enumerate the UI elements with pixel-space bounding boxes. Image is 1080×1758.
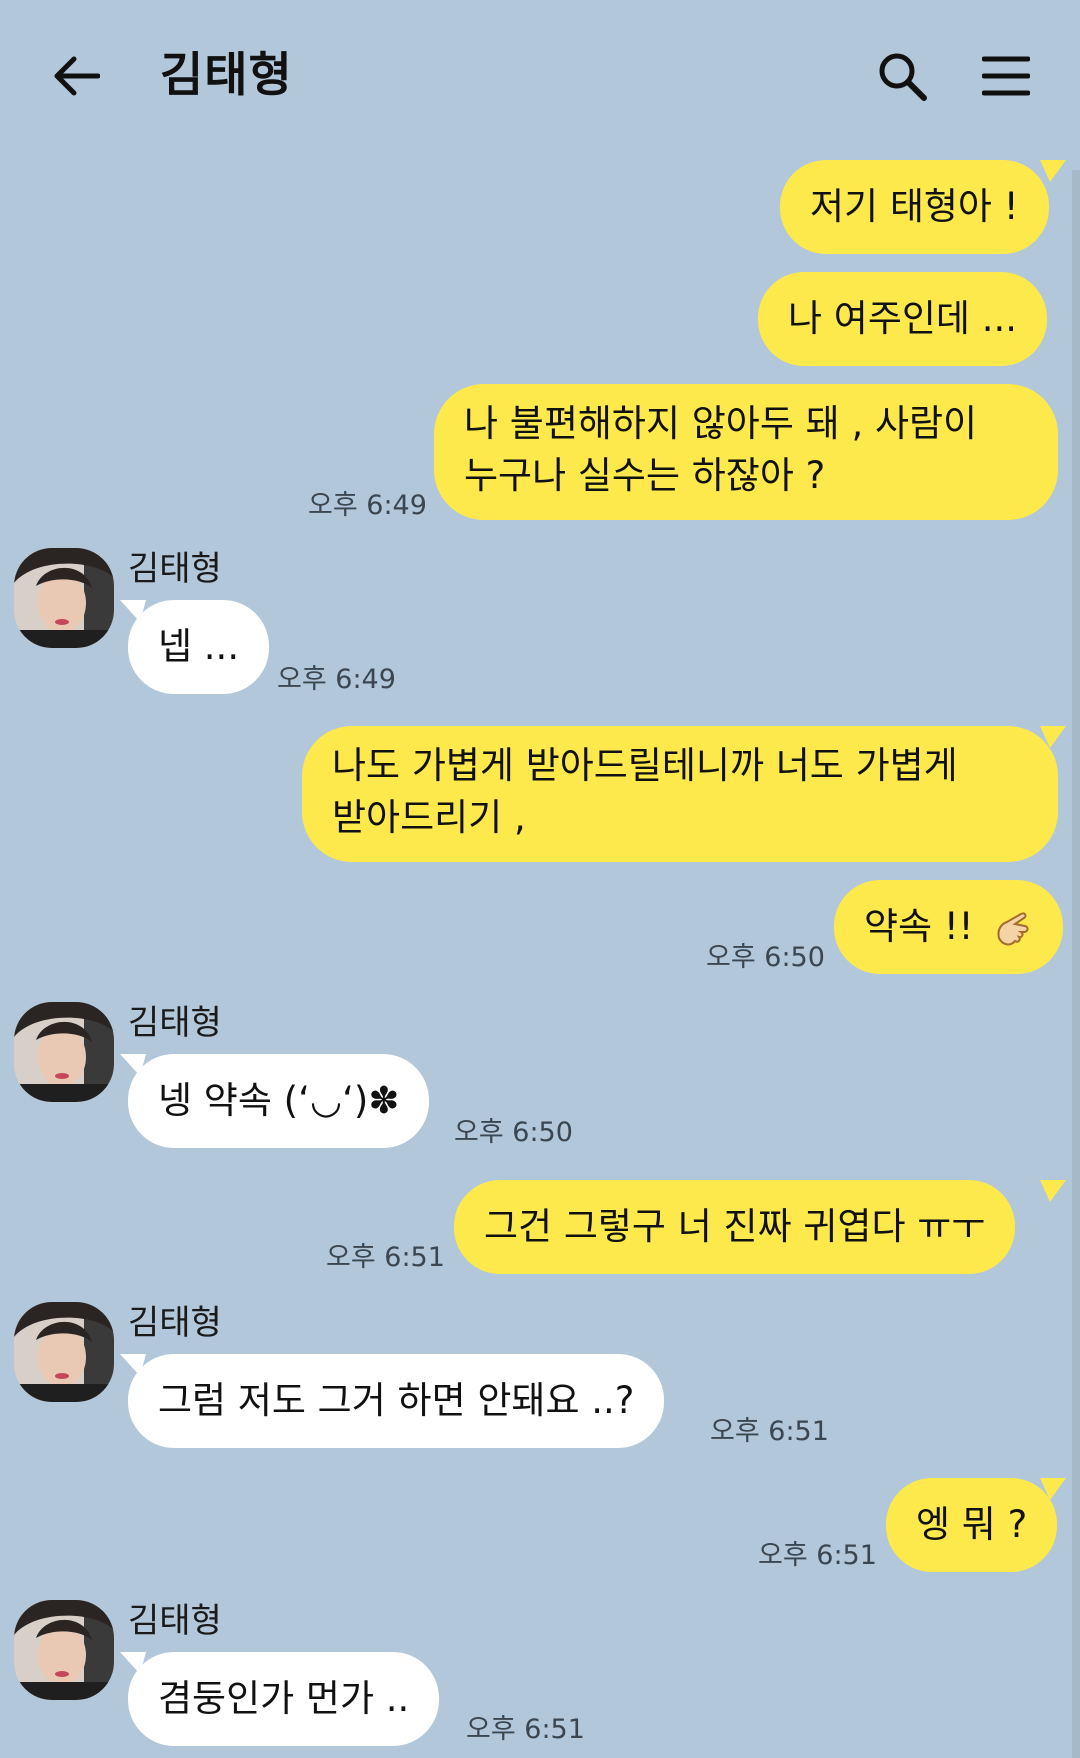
bubble-tail	[120, 1652, 146, 1674]
bubble-tail	[120, 1354, 146, 1376]
message-bubble-sent[interactable]: 약속 !!	[834, 880, 1064, 974]
message-text: 겸둥인가 먼가 ..	[158, 1677, 410, 1720]
sender-name: 김태형	[128, 549, 222, 589]
bubble-tail	[1040, 160, 1066, 182]
pointing-hand-emoji	[997, 912, 1029, 945]
message-bubble-sent[interactable]: 나 불편해하지 않아두 돼 , 사람이 누구나 실수는 하잖아 ?	[434, 384, 1058, 520]
message-text-line: 누구나 실수는 하잖아 ?	[464, 454, 826, 497]
bubble-tail	[1040, 1478, 1066, 1500]
avatar[interactable]	[14, 1600, 114, 1700]
bubble-tail	[1040, 1180, 1066, 1202]
profile-photo	[14, 548, 114, 648]
message-bubble-received[interactable]: 넵 ...	[128, 600, 270, 694]
message-text-line: 나 불편해하지 않아두 돼 , 사람이	[464, 402, 978, 445]
back-arrow-icon	[54, 56, 100, 96]
bubble-tail	[1040, 726, 1066, 748]
profile-photo	[14, 1302, 114, 1402]
message-bubble-sent[interactable]: 엥 뭐 ?	[886, 1478, 1058, 1572]
message-text: 나 여주인데 ...	[788, 297, 1018, 340]
message-time: 오후 6:50	[706, 942, 825, 973]
menu-button[interactable]	[970, 40, 1042, 112]
search-icon	[879, 53, 927, 101]
avatar[interactable]	[14, 1002, 114, 1102]
message-time: 오후 6:50	[454, 1117, 573, 1148]
chat-header: 김태형	[0, 0, 1080, 150]
back-button[interactable]	[44, 40, 110, 112]
message-text: 엥 뭐 ?	[916, 1503, 1028, 1546]
sender-name: 김태형	[128, 1303, 222, 1343]
message-text: 약속 !!	[864, 905, 974, 948]
message-text-wrap: 약속 !!	[864, 901, 1033, 953]
message-time: 오후 6:51	[326, 1242, 445, 1273]
bubble-tail	[120, 1054, 146, 1076]
message-text-line: 받아드리기 ,	[332, 796, 526, 839]
message-text: 넵 ...	[158, 625, 240, 668]
message-bubble-received[interactable]: 그럼 저도 그거 하면 안돼요 ..?	[128, 1354, 665, 1448]
menu-icon	[982, 56, 1030, 96]
profile-photo	[14, 1002, 114, 1102]
message-time: 오후 6:51	[466, 1714, 585, 1745]
message-bubble-sent[interactable]: 저기 태형아 !	[780, 160, 1049, 254]
message-bubble-sent[interactable]: 나 여주인데 ...	[758, 272, 1048, 366]
chat-title: 김태형	[160, 48, 293, 103]
message-bubble-sent[interactable]: 나도 가볍게 받아드릴테니까 너도 가볍게 받아드리기 ,	[302, 726, 1058, 862]
message-bubble-received[interactable]: 겸둥인가 먼가 ..	[128, 1652, 440, 1746]
message-text-line: 나도 가볍게 받아드릴테니까 너도 가볍게	[332, 744, 958, 787]
message-text: 그럼 저도 그거 하면 안돼요 ..?	[158, 1379, 635, 1422]
avatar[interactable]	[14, 1302, 114, 1402]
message-time: 오후 6:51	[710, 1416, 829, 1447]
message-time: 오후 6:49	[277, 664, 396, 695]
message-text: 그건 그렇구 너 진짜 귀엽다 ㅠㅜ	[484, 1205, 986, 1248]
avatar[interactable]	[14, 548, 114, 648]
message-time: 오후 6:51	[758, 1540, 877, 1571]
message-text: 넹 약속 (ʻ◡ʻ)✽	[158, 1079, 400, 1122]
sender-name: 김태형	[128, 1601, 222, 1641]
search-button[interactable]	[866, 40, 938, 112]
profile-photo	[14, 1600, 114, 1700]
message-bubble-received[interactable]: 넹 약속 (ʻ◡ʻ)✽	[128, 1054, 430, 1148]
bubble-tail	[120, 600, 146, 622]
scrollbar[interactable]	[1072, 170, 1080, 1758]
message-text: 저기 태형아 !	[810, 185, 1019, 228]
message-time: 오후 6:49	[308, 490, 427, 521]
message-bubble-sent[interactable]: 그건 그렇구 너 진짜 귀엽다 ㅠㅜ	[454, 1180, 1016, 1274]
sender-name: 김태형	[128, 1003, 222, 1043]
